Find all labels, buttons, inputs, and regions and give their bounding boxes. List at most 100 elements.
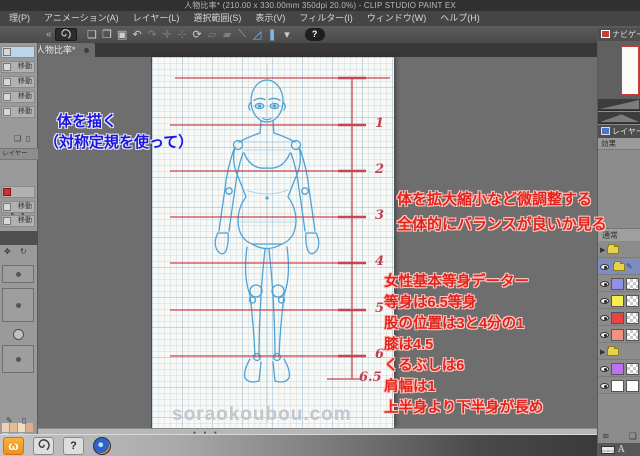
- subtool-item[interactable]: 移動: [1, 201, 35, 213]
- expand-triangle-icon[interactable]: ▶: [600, 246, 605, 254]
- subtool-item[interactable]: 移動: [1, 61, 35, 73]
- layer-row[interactable]: [598, 276, 640, 292]
- brush-preview-box[interactable]: [2, 288, 34, 322]
- subtool-thumb-icon: [3, 108, 11, 116]
- main-color-swatch[interactable]: [3, 188, 11, 196]
- menu-item-window[interactable]: ウィンドウ(W): [360, 11, 434, 26]
- ruler-label-6: 6: [375, 347, 385, 362]
- snap-grid-icon[interactable]: ❚: [265, 28, 280, 41]
- subtool-item-selected[interactable]: [1, 46, 35, 58]
- layer-row-folder[interactable]: ▶: [598, 242, 640, 258]
- visibility-eye-icon[interactable]: [600, 314, 609, 321]
- collapse-chevron-icon[interactable]: «: [46, 29, 52, 40]
- tool-property-box[interactable]: [2, 265, 34, 283]
- document-tab[interactable]: 人物比率*: [30, 43, 95, 57]
- new-layer-icon[interactable]: ❏: [629, 431, 637, 442]
- save-icon[interactable]: ▣: [115, 28, 130, 41]
- red-annotation-top-line2: 全体的にバランスが良いか見る: [397, 216, 607, 233]
- keyboard-icon[interactable]: ▭▭▭: [601, 445, 615, 454]
- help-icon[interactable]: ?: [304, 28, 325, 41]
- taskbar-help-app-icon[interactable]: ?: [63, 436, 84, 455]
- subtool-item[interactable]: 移動: [1, 106, 35, 118]
- visibility-eye-icon[interactable]: [600, 263, 609, 270]
- menu-item-animation[interactable]: アニメーション(A): [37, 11, 126, 26]
- layer-color-swatch: [611, 362, 624, 375]
- expand-triangle-icon[interactable]: ▶: [600, 348, 605, 356]
- pan-tool-icon[interactable]: ✥: [4, 247, 11, 256]
- brush-size-knob[interactable]: [13, 329, 24, 340]
- navigator-preview[interactable]: [598, 41, 640, 99]
- watermark: soraokoubou.com: [172, 404, 352, 425]
- layer-row[interactable]: [598, 327, 640, 343]
- layer-property-icon: [601, 127, 610, 135]
- rotate-icon[interactable]: ⟳: [190, 28, 205, 41]
- layer-menu-icon[interactable]: ≋: [602, 431, 610, 442]
- snap-ruler-icon[interactable]: ⟍: [235, 28, 250, 41]
- layer-row[interactable]: [598, 310, 640, 326]
- tab-close-icon[interactable]: [83, 48, 89, 53]
- subtool-label: 移動: [18, 93, 32, 100]
- menu-bar: 理(P) アニメーション(A) レイヤー(L) 選択範囲(S) 表示(V) フィ…: [0, 11, 640, 26]
- subtool-item[interactable]: 移動: [1, 91, 35, 103]
- visibility-eye-icon[interactable]: [600, 280, 609, 287]
- visibility-eye-icon[interactable]: [600, 382, 609, 389]
- delete-color-icon[interactable]: ▯: [22, 416, 26, 425]
- menu-item-help[interactable]: ヘルプ(H): [433, 11, 487, 26]
- visibility-eye-icon[interactable]: [600, 365, 609, 372]
- layer-thumbnail: [626, 328, 639, 341]
- layer-row-paper[interactable]: [598, 378, 640, 394]
- clip-studio-logo-icon[interactable]: [54, 28, 77, 41]
- paper-layer-icon: [626, 379, 639, 392]
- ime-letter: A: [618, 444, 625, 455]
- taskbar-w-app-icon[interactable]: ω: [3, 436, 24, 455]
- menu-item-page[interactable]: 理(P): [2, 11, 37, 26]
- rotate-view-icon[interactable]: ↻: [20, 247, 27, 256]
- layer-thumbnail: [626, 362, 639, 375]
- subtool-item[interactable]: 移動: [1, 76, 35, 88]
- undo-icon[interactable]: ↶: [130, 28, 145, 41]
- navigator-zoom-slider[interactable]: [598, 99, 640, 111]
- invert-selection-icon[interactable]: ▰: [220, 28, 235, 41]
- taskbar-clip-studio-icon[interactable]: [33, 436, 54, 455]
- blue-annotation-line2: （対称定規を使って）: [44, 134, 194, 151]
- layer-row[interactable]: [598, 293, 640, 309]
- brush-density-box[interactable]: [2, 345, 34, 373]
- transform-icon[interactable]: ⊹: [175, 28, 190, 41]
- navigator-icon: [601, 30, 610, 38]
- layer-property-panel-header[interactable]: レイヤー: [598, 125, 640, 138]
- color-row[interactable]: [1, 186, 35, 198]
- visibility-eye-icon[interactable]: [600, 297, 609, 304]
- menu-item-layer[interactable]: レイヤー(L): [126, 11, 187, 26]
- new-file-icon[interactable]: ❏: [85, 28, 100, 41]
- menu-item-filter[interactable]: フィルター(I): [292, 11, 359, 26]
- navigator-rotate-slider[interactable]: [598, 112, 640, 124]
- add-page-icon[interactable]: ❏: [14, 134, 21, 143]
- clip-studio-window: 人物比率* (210.00 x 330.00mm 350dpi 20.0%) -…: [0, 0, 640, 456]
- toolbar-dropdown-icon[interactable]: ▾: [280, 28, 295, 41]
- snap-special-ruler-icon[interactable]: ◿: [250, 28, 265, 41]
- color-swatch[interactable]: [26, 423, 33, 432]
- layer-thumbnail: [626, 294, 639, 307]
- visibility-eye-icon[interactable]: [600, 331, 609, 338]
- redo-icon[interactable]: ↷: [145, 28, 160, 41]
- edit-color-icon[interactable]: ✎: [6, 416, 13, 425]
- deselect-icon[interactable]: ▱: [205, 28, 220, 41]
- subtool-label: 移動: [18, 203, 32, 210]
- menu-item-view[interactable]: 表示(V): [248, 11, 292, 26]
- menu-item-selection[interactable]: 選択範囲(S): [186, 11, 248, 26]
- delete-page-icon[interactable]: ▯: [26, 134, 30, 143]
- move-icon[interactable]: ✛: [160, 28, 175, 41]
- layer-row-folder[interactable]: ▶: [598, 344, 640, 360]
- right-dock: ナビゲー レイヤー 効果 通常 ▶ ✎ ▶ ≋❏ ▭▭▭ A: [597, 28, 640, 456]
- taskbar-browser-icon[interactable]: [93, 436, 111, 455]
- subtool-item[interactable]: 移動: [1, 215, 35, 227]
- layer-row[interactable]: [598, 361, 640, 377]
- layer-property-title: レイヤー: [612, 127, 640, 136]
- ruler-label-4: 4: [375, 254, 385, 269]
- layer-color-swatch: [611, 294, 624, 307]
- navigator-panel-header[interactable]: ナビゲー: [598, 28, 640, 41]
- effect-row[interactable]: 効果: [598, 138, 640, 150]
- layer-row-folder-selected[interactable]: ✎: [598, 259, 640, 275]
- open-file-icon[interactable]: ❐: [100, 28, 115, 41]
- subtool-thumb-icon: [3, 48, 11, 56]
